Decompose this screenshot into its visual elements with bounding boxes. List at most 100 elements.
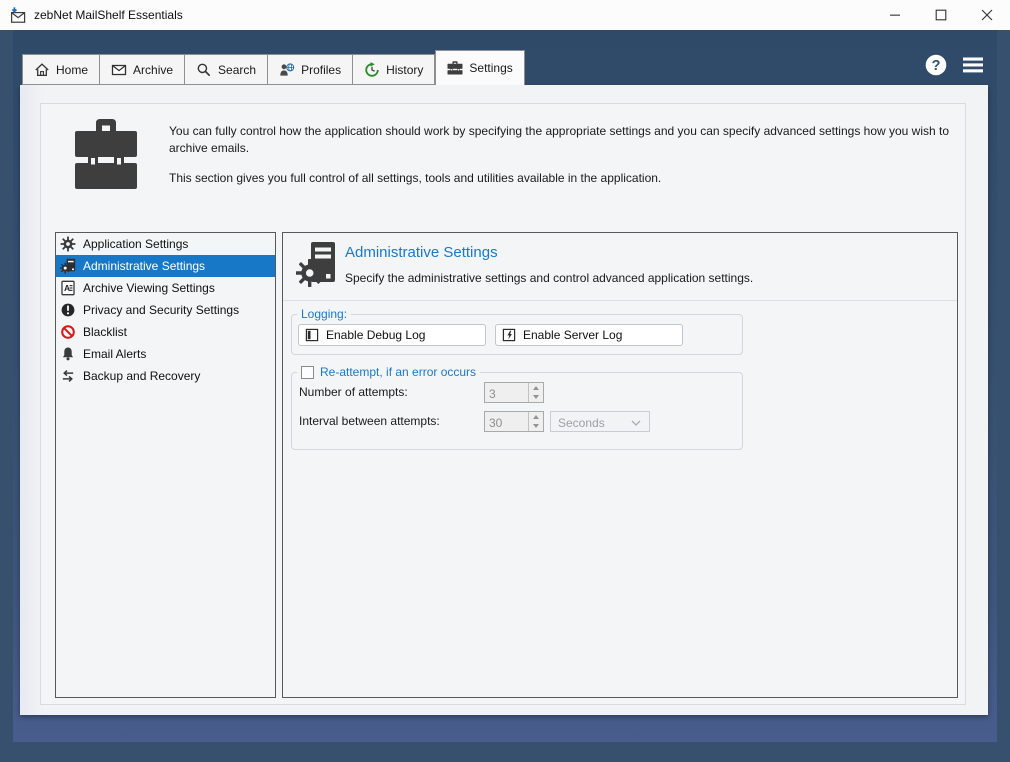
stepper-value: 30	[489, 416, 503, 430]
arrow-down-icon	[533, 424, 539, 429]
window-title: zebNet MailShelf Essentials	[34, 8, 183, 22]
svg-text:?: ?	[932, 58, 941, 74]
stepper-arrows	[528, 412, 543, 431]
tab-profiles[interactable]: Profiles	[268, 54, 354, 85]
sidebar-item-label: Email Alerts	[83, 347, 147, 361]
blocked-icon	[60, 324, 76, 340]
app-background: Home Archive Search Profiles History Set…	[0, 30, 1010, 762]
bell-icon	[60, 346, 76, 362]
admin-server-gear-icon	[296, 242, 335, 287]
maximize-button[interactable]	[918, 0, 964, 30]
tab-search[interactable]: Search	[185, 54, 269, 85]
stepper-value: 3	[489, 387, 496, 401]
logging-group: Logging: Enable Debug Log Enable Server …	[291, 307, 743, 355]
panel-header: Administrative Settings Specify the admi…	[283, 233, 957, 301]
tab-label: History	[386, 62, 424, 77]
tab-label: Home	[56, 62, 89, 77]
admin-gear-document-icon	[60, 258, 76, 274]
sidebar-item-archive-viewing-settings[interactable]: A Archive Viewing Settings	[56, 277, 275, 299]
stepper-arrows	[528, 383, 543, 402]
arrow-up-icon	[533, 385, 539, 390]
button-label: Enable Server Log	[523, 328, 623, 342]
enable-debug-log-button[interactable]: Enable Debug Log	[298, 324, 486, 346]
interval-stepper[interactable]: 30	[484, 411, 544, 432]
titlebar: zebNet MailShelf Essentials	[0, 0, 1010, 30]
tab-home[interactable]: Home	[22, 54, 101, 85]
menu-icon	[963, 57, 983, 73]
help-button[interactable]: ?	[925, 54, 947, 76]
sidebar-item-administrative-settings[interactable]: Administrative Settings	[56, 255, 275, 277]
stepper-up-button[interactable]	[529, 412, 543, 422]
search-icon	[196, 62, 212, 78]
home-icon	[34, 62, 50, 78]
intro-paragraph-2: This section gives you full control of a…	[169, 171, 662, 185]
tab-history[interactable]: History	[353, 54, 436, 85]
tab-label: Search	[218, 62, 257, 77]
administrative-settings-panel: Administrative Settings Specify the admi…	[282, 232, 958, 698]
minimize-icon	[890, 14, 900, 16]
toolbox-large-icon	[75, 119, 137, 189]
button-label: Enable Debug Log	[326, 328, 426, 342]
window-controls	[872, 0, 1010, 30]
sidebar-item-privacy-security-settings[interactable]: Privacy and Security Settings	[56, 299, 275, 321]
main-panel: You can fully control how the applicatio…	[20, 85, 988, 715]
sidebar-item-label: Blacklist	[83, 325, 128, 339]
number-of-attempts-label: Number of attempts:	[299, 385, 408, 399]
tab-bar: Home Archive Search Profiles History Set…	[22, 50, 525, 85]
logging-legend: Logging:	[301, 307, 348, 321]
settings-category-list: Application Settings Administrative Sett…	[55, 232, 276, 698]
archive-viewing-icon: A	[60, 280, 76, 296]
close-button[interactable]	[964, 0, 1010, 30]
top-actions: ?	[925, 54, 984, 76]
interval-unit-select[interactable]: Seconds	[550, 411, 650, 432]
sidebar-item-backup-recovery[interactable]: Backup and Recovery	[56, 365, 275, 387]
sidebar-item-label: Backup and Recovery	[83, 369, 201, 383]
tab-archive[interactable]: Archive	[100, 54, 186, 85]
svg-text:A: A	[64, 283, 70, 293]
sidebar-item-label: Archive Viewing Settings	[83, 281, 215, 295]
tab-label: Settings	[469, 61, 513, 75]
minimize-button[interactable]	[872, 0, 918, 30]
panel-subtitle: Specify the administrative settings and …	[345, 271, 754, 285]
sidebar-item-label: Privacy and Security Settings	[83, 303, 240, 317]
menu-button[interactable]	[962, 56, 984, 74]
gear-icon	[60, 236, 76, 252]
arrow-up-icon	[533, 414, 539, 419]
intro-paragraph-1: You can fully control how the applicatio…	[169, 124, 950, 155]
close-icon	[981, 9, 993, 21]
settings-intro: You can fully control how the applicatio…	[169, 123, 953, 187]
sidebar-item-label: Administrative Settings	[83, 259, 206, 273]
window-frame-right	[997, 30, 1010, 762]
toolbox-icon	[447, 60, 463, 76]
interval-between-attempts-label: Interval between attempts:	[299, 414, 440, 428]
sidebar-item-email-alerts[interactable]: Email Alerts	[56, 343, 275, 365]
sidebar-item-application-settings[interactable]: Application Settings	[56, 233, 275, 255]
stepper-down-button[interactable]	[529, 393, 543, 403]
debug-log-icon	[305, 328, 319, 342]
window-frame-left	[0, 30, 13, 762]
window-frame-bottom	[0, 742, 1010, 762]
profiles-icon	[279, 62, 295, 78]
envelope-icon	[111, 62, 127, 78]
select-value: Seconds	[558, 416, 605, 430]
help-icon: ?	[925, 54, 947, 76]
number-of-attempts-stepper[interactable]: 3	[484, 382, 544, 403]
tab-label: Profiles	[301, 62, 342, 77]
sidebar-item-label: Application Settings	[83, 237, 189, 251]
stepper-up-button[interactable]	[529, 383, 543, 393]
settings-content-box: You can fully control how the applicatio…	[40, 103, 966, 705]
sidebar-item-blacklist[interactable]: Blacklist	[56, 321, 275, 343]
enable-server-log-button[interactable]: Enable Server Log	[495, 324, 683, 346]
reattempt-checkbox[interactable]	[301, 365, 314, 379]
panel-title: Administrative Settings	[345, 244, 498, 261]
arrow-down-icon	[533, 395, 539, 400]
reattempt-legend-label: Re-attempt, if an error occurs	[320, 365, 477, 379]
server-log-icon	[502, 328, 516, 342]
history-icon	[364, 61, 380, 78]
tab-settings[interactable]: Settings	[435, 50, 525, 85]
stepper-down-button[interactable]	[529, 422, 543, 432]
maximize-icon	[935, 9, 947, 21]
chevron-down-icon	[631, 420, 641, 426]
tab-label: Archive	[133, 62, 174, 77]
swap-arrows-icon	[60, 368, 76, 384]
